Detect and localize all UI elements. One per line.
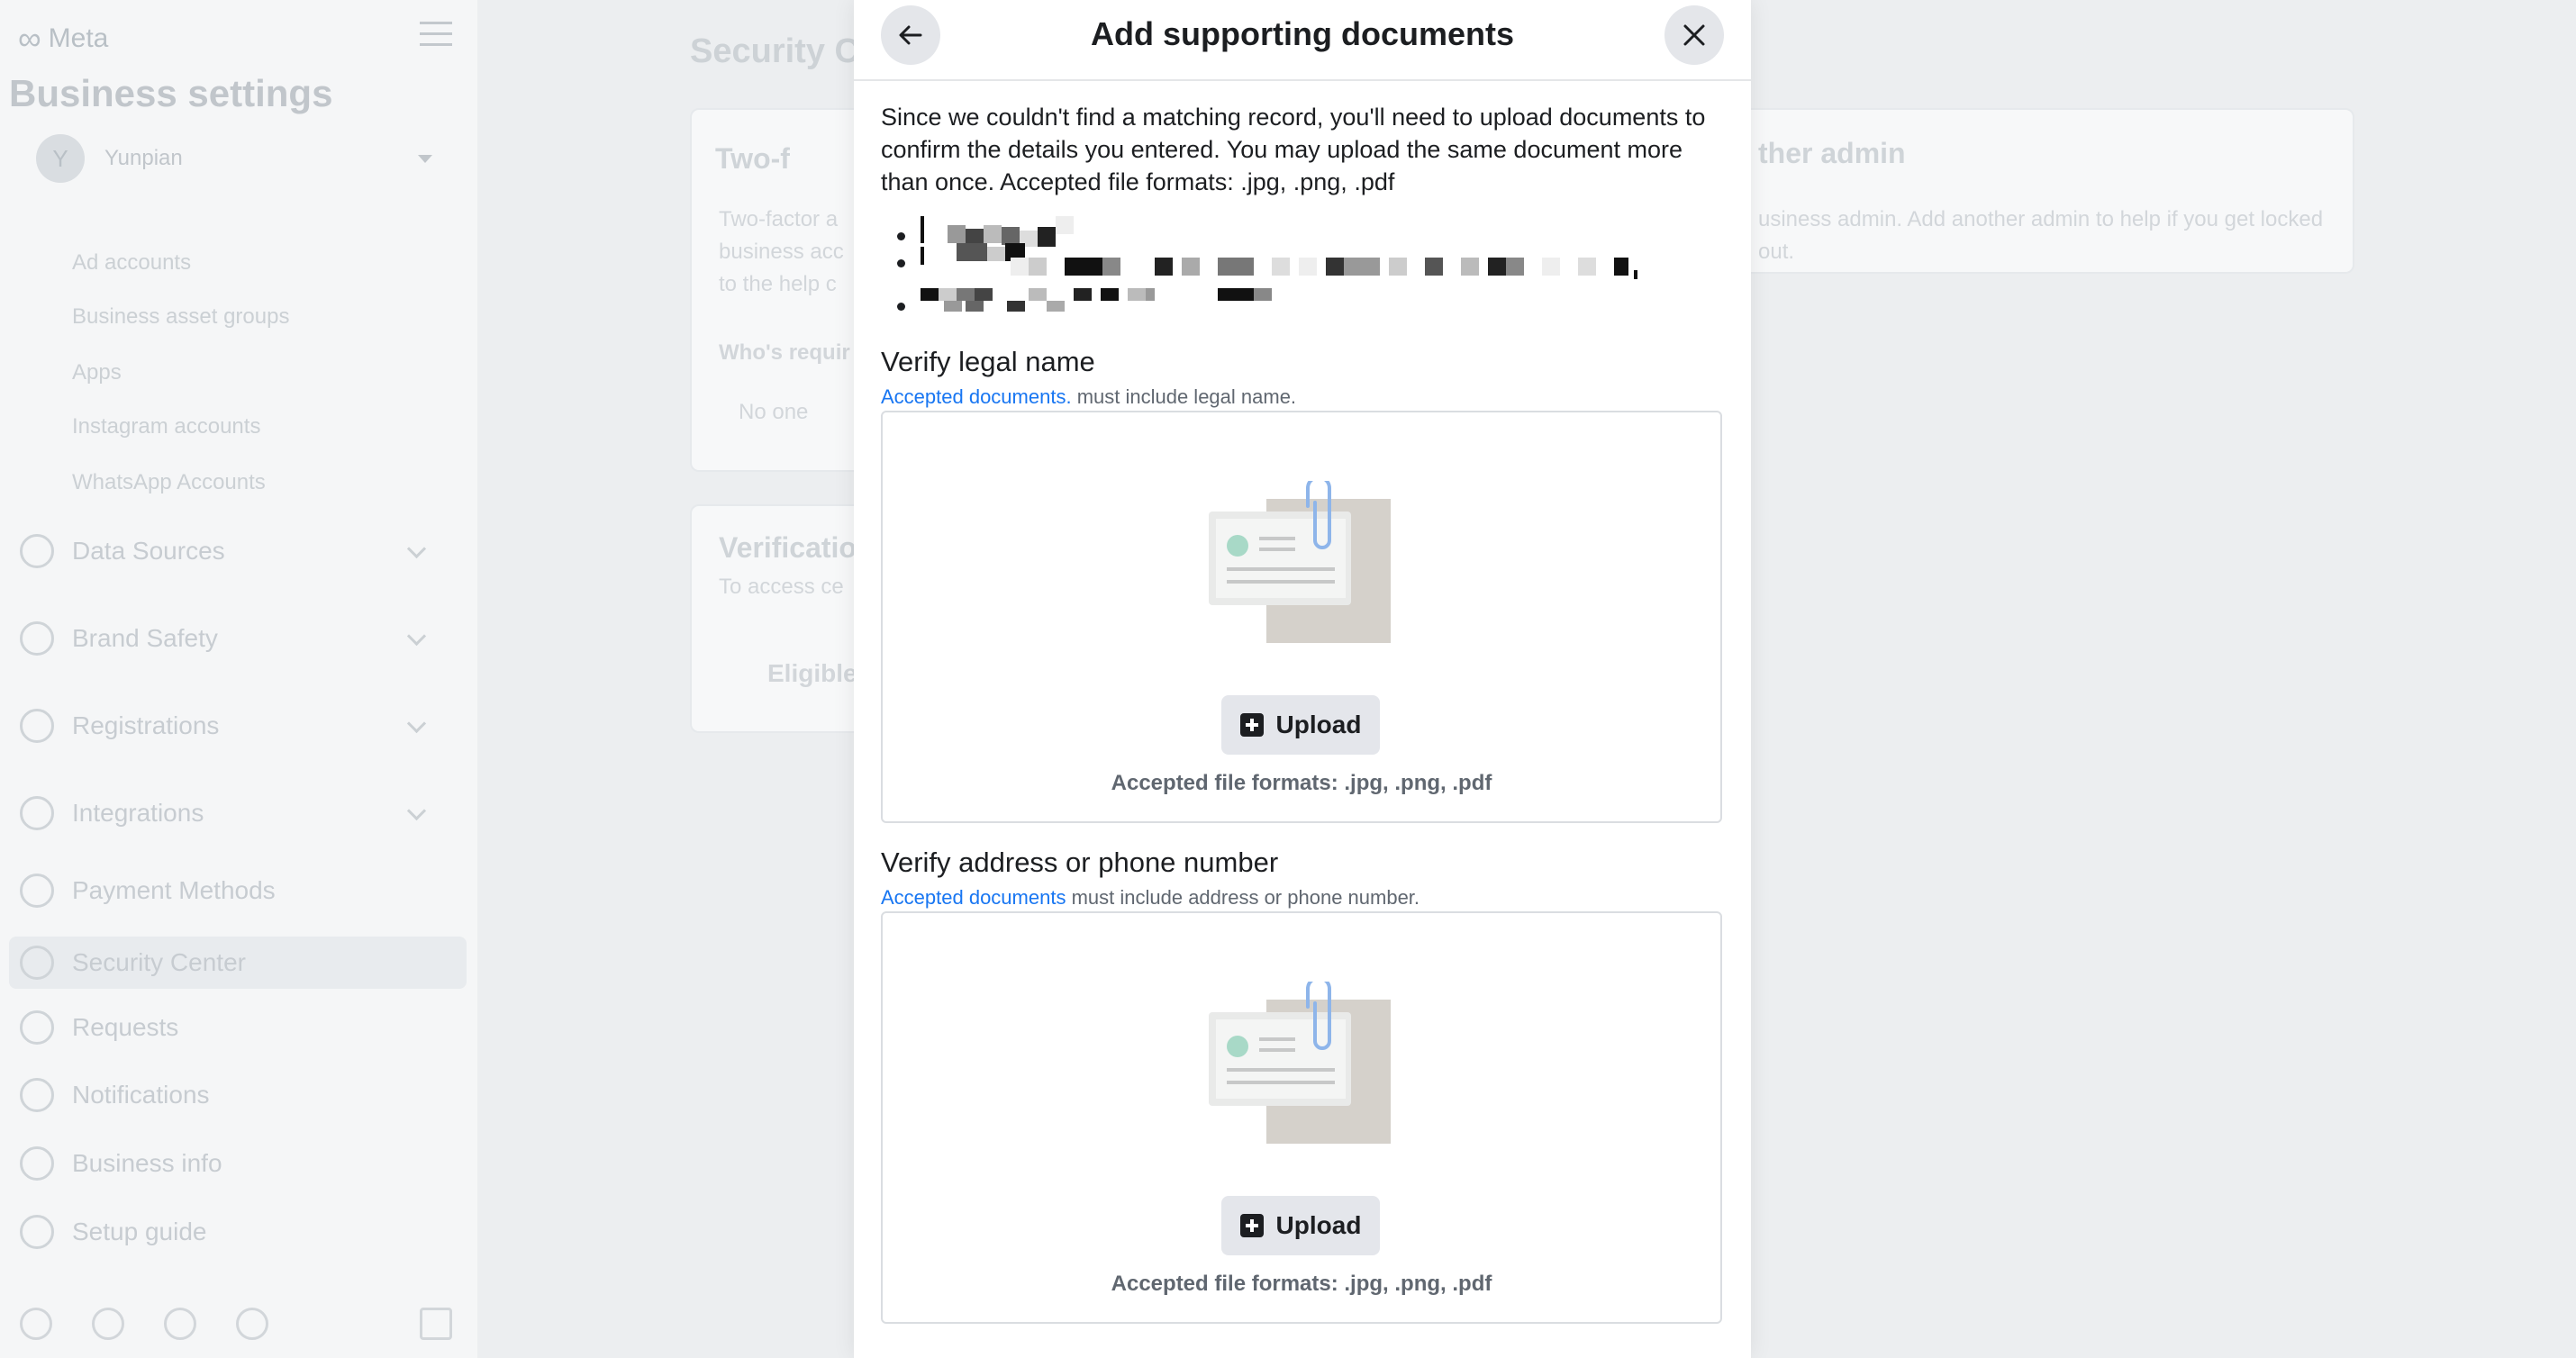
accepted-formats: Accepted file formats: .jpg, .png, .pdf	[1111, 1272, 1492, 1296]
menu-icon[interactable]	[420, 22, 452, 47]
sidebar-subitem[interactable]: Business asset groups	[72, 304, 289, 330]
payment-icon	[20, 874, 54, 908]
sidebar-item-integrations[interactable]: Integrations	[20, 792, 434, 835]
verification-card: Verificatio To access ce Eligible	[690, 504, 874, 733]
avatar: Y	[36, 134, 85, 183]
section-subtitle: Accepted documents must include address …	[881, 886, 1420, 910]
sidebar-item-setup-guide[interactable]: Setup guide	[20, 1210, 434, 1254]
document-paperclip-illustration	[1209, 481, 1391, 643]
data-sources-icon	[20, 534, 54, 568]
sidebar-item-data-sources[interactable]: Data Sources	[20, 530, 434, 573]
card-description: To access ce	[719, 575, 844, 599]
account-switcher[interactable]: Y Yunpian	[36, 133, 432, 184]
accepted-documents-link[interactable]: Accepted documents	[881, 886, 1066, 909]
upload-label: Upload	[1275, 1211, 1362, 1239]
panel-toggle-icon[interactable]	[420, 1308, 452, 1340]
upload-button[interactable]: Upload	[1221, 695, 1380, 755]
card-title: ther admin	[1758, 137, 1906, 169]
briefcase-icon	[20, 1146, 54, 1181]
sidebar-subitem[interactable]: Apps	[72, 360, 122, 385]
upload-label: Upload	[1275, 711, 1362, 738]
card-eligible: Eligible	[767, 659, 857, 687]
section-title: Verify address or phone number	[881, 846, 1279, 878]
section-subtitle-text: must include legal name.	[1071, 385, 1297, 408]
card-title: Verificatio	[719, 531, 857, 564]
close-icon	[1683, 24, 1705, 46]
sidebar-subitem[interactable]: Ad accounts	[72, 250, 191, 276]
sidebar-item-registrations[interactable]: Registrations	[20, 704, 434, 747]
chevron-down-icon	[406, 626, 427, 646]
accepted-documents-link[interactable]: Accepted documents.	[881, 385, 1072, 408]
chevron-down-icon	[406, 713, 427, 733]
caret-down-icon	[418, 154, 432, 163]
lock-icon	[20, 946, 54, 980]
sidebar-item-business-info[interactable]: Business info	[20, 1142, 434, 1185]
sidebar-item-brand-safety[interactable]: Brand Safety	[20, 617, 434, 660]
meta-infinity-icon: ∞	[18, 20, 41, 57]
plus-square-icon	[1239, 713, 1264, 737]
help-circle-icon	[20, 1215, 54, 1249]
card-value: No one	[739, 400, 809, 424]
list-bullet	[897, 232, 905, 240]
sidebar-footer	[20, 1308, 452, 1340]
search-icon[interactable]	[164, 1308, 196, 1340]
gear-icon[interactable]	[20, 1308, 52, 1340]
chevron-down-icon	[406, 539, 427, 558]
close-button[interactable]	[1664, 5, 1724, 65]
section-subtitle: Accepted documents. must include legal n…	[881, 385, 1296, 409]
person-icon	[20, 1010, 54, 1045]
list-bullet	[897, 259, 905, 267]
two-factor-card: Two-f Two-factor a business acc to the h…	[690, 108, 874, 472]
intro-text: Since we couldn't find a matching record…	[881, 104, 1706, 195]
accepted-formats: Accepted file formats: .jpg, .png, .pdf	[1111, 771, 1492, 795]
upload-dropzone[interactable]: Upload Accepted file formats: .jpg, .png…	[881, 411, 1722, 823]
dialog-title: Add supporting documents	[1091, 15, 1514, 52]
card-description: Two-factor a business acc to the help c	[719, 207, 844, 296]
document-paperclip-illustration	[1209, 982, 1391, 1144]
page-title: Security Ce	[690, 32, 879, 70]
card-title: Two-f	[715, 142, 790, 175]
meta-logo: ∞ Meta	[18, 20, 109, 57]
plus-square-icon	[1239, 1214, 1264, 1237]
section-title: Verify legal name	[881, 346, 1095, 377]
redacted-details-list	[881, 214, 1722, 312]
list-bullet	[897, 303, 905, 311]
legal-name-section: Verify legal name Accepted documents. mu…	[881, 346, 1722, 832]
sidebar-item-payment-methods[interactable]: Payment Methods	[20, 869, 434, 912]
dialog-header: Add supporting documents	[854, 0, 1751, 81]
card-description: usiness admin. Add another admin to help…	[1758, 207, 2324, 264]
sidebar-title: Business settings	[9, 72, 333, 114]
upload-button[interactable]: Upload	[1221, 1196, 1380, 1255]
admin-card: ther admin usiness admin. Add another ad…	[1738, 108, 2354, 274]
address-phone-section: Verify address or phone number Accepted …	[881, 846, 1722, 1333]
redacted-text	[921, 288, 1146, 312]
add-documents-dialog: Add supporting documents Since we couldn…	[854, 0, 1751, 1358]
section-subtitle-text: must include address or phone number.	[1066, 886, 1420, 909]
notifications-icon	[20, 1078, 54, 1112]
card-label: Who's requir	[719, 340, 850, 365]
clipboard-icon	[20, 709, 54, 743]
sidebar-item-security-center[interactable]: Security Center	[9, 937, 467, 989]
chevron-down-icon	[406, 801, 427, 820]
shield-icon	[20, 621, 54, 656]
upload-dropzone[interactable]: Upload Accepted file formats: .jpg, .png…	[881, 911, 1722, 1324]
sidebar-subitem[interactable]: Instagram accounts	[72, 414, 260, 439]
help-icon[interactable]	[236, 1308, 268, 1340]
sidebar-item-requests[interactable]: Requests	[20, 1006, 434, 1049]
account-name: Yunpian	[104, 146, 183, 170]
integrations-icon	[20, 796, 54, 830]
bell-icon[interactable]	[92, 1308, 124, 1340]
sidebar-item-notifications[interactable]: Notifications	[20, 1073, 434, 1117]
sidebar: ∞ Meta Business settings Y Yunpian Ad ac…	[0, 0, 477, 1358]
dialog-body: Since we couldn't find a matching record…	[881, 101, 1722, 312]
sidebar-subitem[interactable]: WhatsApp Accounts	[72, 470, 266, 495]
